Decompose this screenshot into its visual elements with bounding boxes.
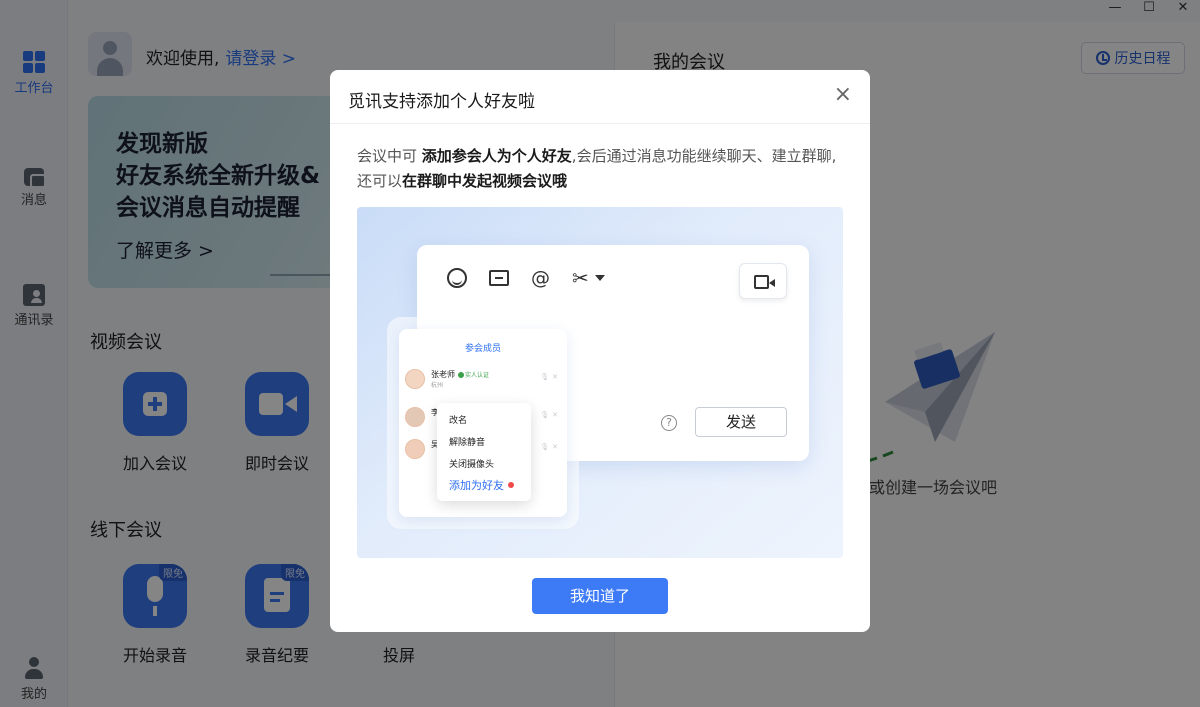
illus-context-menu: 改名 解除静音 关闭摄像头 添加为好友 (437, 403, 531, 501)
mic-camera-icons: 🎙✕ (540, 411, 561, 419)
menu-item-unmute: 解除静音 (449, 438, 486, 448)
dialog-header: 觅讯支持添加个人好友啦 × (330, 70, 870, 124)
avatar (405, 369, 425, 389)
illus-send-button: 发送 (695, 407, 787, 437)
scissors-icon: ✂ (572, 266, 589, 290)
folder-icon (489, 270, 509, 286)
dialog-title: 觅讯支持添加个人好友啦 (348, 92, 535, 112)
menu-item-rename: 改名 (449, 416, 468, 426)
members-title: 参会成员 (464, 344, 501, 354)
desc-prefix: 会议中可 (357, 147, 422, 165)
member-name: 张老师 实人认证 (431, 370, 490, 379)
illus-toolbar: @ ✂ (447, 267, 605, 289)
desc-bold-1: 添加参会人为个人好友 (421, 147, 572, 165)
feature-announcement-dialog: 觅讯支持添加个人好友啦 × 会议中可 添加参会人为个人好友,会后通过消息功能继续… (330, 70, 870, 632)
avatar (405, 407, 425, 427)
at-icon: @ (531, 267, 550, 289)
video-call-icon (739, 263, 787, 299)
chevron-down-icon (594, 275, 605, 281)
feature-illustration: @ ✂ ? 发送 参会成员 张老师 实人认证 杭州 🎙✕ 李 🎙✕ 吴 🎙✕ 改… (357, 207, 843, 558)
desc-bold-2: 在群聊中发起视频会议哦 (402, 172, 568, 190)
close-icon[interactable]: × (834, 84, 852, 106)
list-item: 张老师 实人认证 杭州 🎙✕ (405, 369, 561, 391)
mic-camera-icons: 🎙✕ (540, 373, 561, 381)
dialog-description: 会议中可 添加参会人为个人好友,会后通过消息功能继续聊天、建立群聊,还可以在群聊… (357, 144, 847, 194)
emoji-icon (447, 268, 467, 288)
menu-item-add-friend: 添加为好友 (449, 477, 514, 493)
help-icon: ? (661, 415, 677, 431)
avatar (405, 439, 425, 459)
member-location: 杭州 (431, 382, 444, 389)
menu-item-camera-off: 关闭摄像头 (449, 460, 495, 470)
got-it-button[interactable]: 我知道了 (532, 578, 668, 614)
mic-camera-icons: 🎙✕ (540, 443, 561, 451)
